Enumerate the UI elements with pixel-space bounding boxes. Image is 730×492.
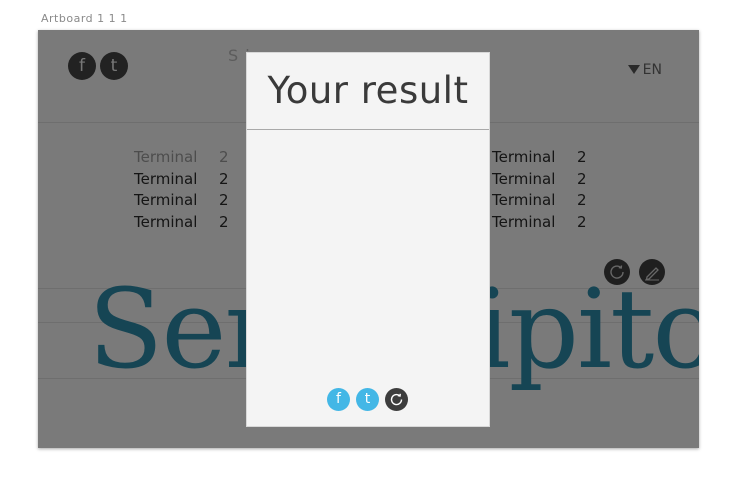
modal-facebook-button[interactable]: f — [327, 388, 350, 411]
modal-title: Your result — [267, 69, 469, 112]
twitter-icon: t — [364, 391, 371, 407]
facebook-icon: f — [336, 391, 341, 407]
artboard-label: Artboard 1 1 1 — [41, 12, 128, 25]
modal-refresh-button[interactable] — [385, 388, 408, 411]
refresh-icon — [390, 393, 403, 406]
result-modal: Your result f t — [246, 52, 490, 427]
modal-divider — [247, 129, 489, 130]
modal-twitter-button[interactable]: t — [356, 388, 379, 411]
